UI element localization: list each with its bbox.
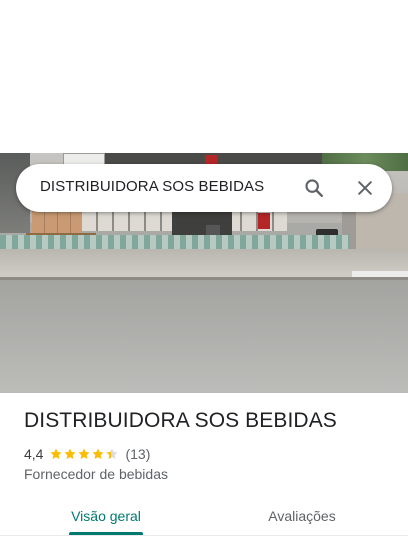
search-icon <box>305 179 323 197</box>
star-icon <box>50 448 63 460</box>
place-name: DISTRIBUIDORA SOS BEBIDAS <box>24 409 337 432</box>
rating-value: 4,4 <box>24 446 44 462</box>
photo-boxes <box>32 211 82 233</box>
tab-reviews[interactable]: Avaliações <box>254 498 350 534</box>
star-icon <box>92 448 105 460</box>
clear-search-button[interactable] <box>353 176 377 200</box>
place-category[interactable]: Fornecedor de bebidas <box>24 466 168 482</box>
star-icon <box>78 448 91 460</box>
star-rating <box>49 447 119 461</box>
tab-overview[interactable]: Visão geral <box>62 498 150 534</box>
search-bar[interactable]: DISTRIBUIDORA SOS BEBIDAS <box>16 164 392 212</box>
photo-red-box <box>258 213 270 229</box>
tabs-divider <box>0 535 408 536</box>
photo-road <box>0 280 408 393</box>
empty-top-area <box>0 0 408 153</box>
photo-curb <box>0 249 408 279</box>
close-icon <box>358 181 372 195</box>
tab-bar: Visão geral Avaliações <box>0 498 408 546</box>
star-icon <box>106 448 119 460</box>
review-count[interactable]: (13) <box>125 446 150 462</box>
rating-row[interactable]: 4,4 (13) <box>24 445 150 463</box>
search-input[interactable]: DISTRIBUIDORA SOS BEBIDAS <box>40 178 264 195</box>
search-button[interactable] <box>302 176 326 200</box>
star-icon <box>64 448 77 460</box>
